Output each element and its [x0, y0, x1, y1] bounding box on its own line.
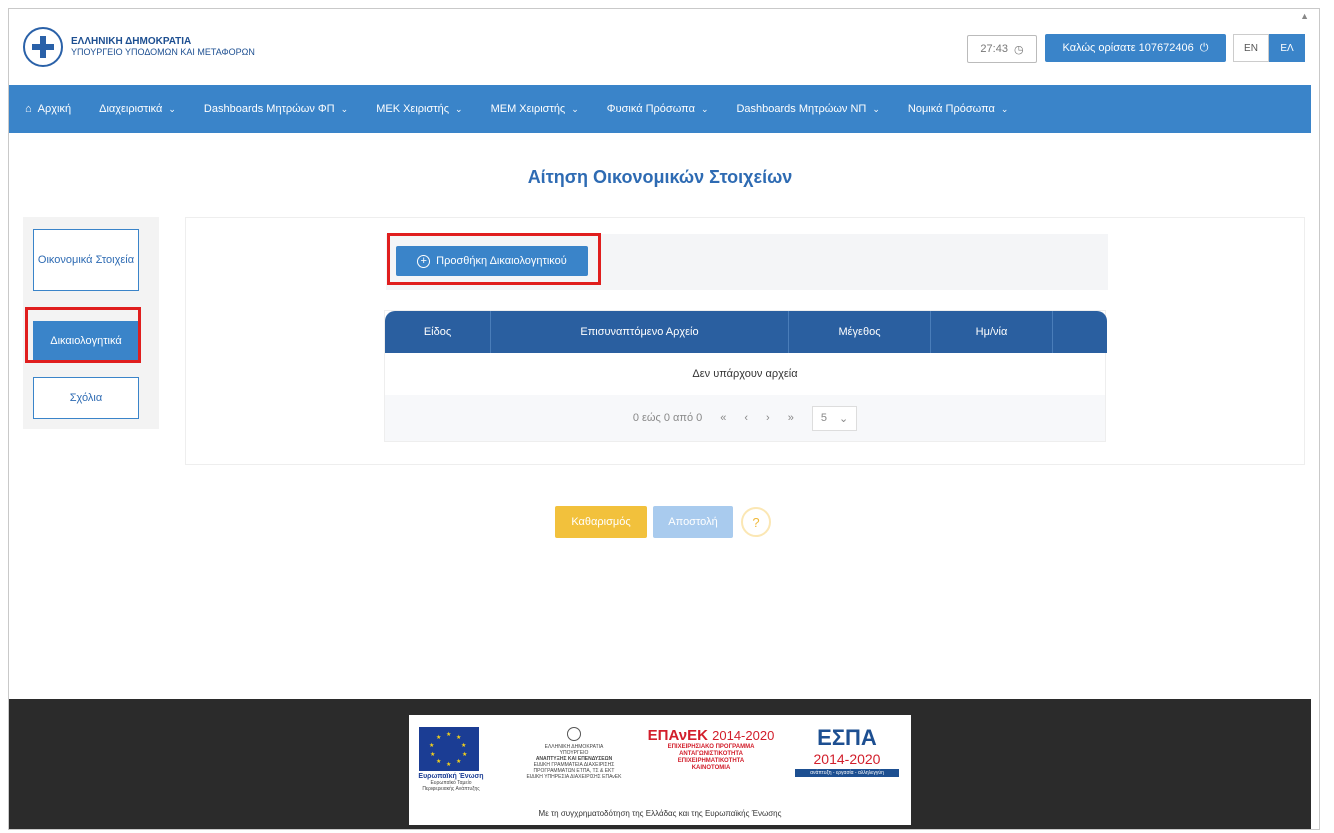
epanek-line1: ΕΠΙΧΕΙΡΗΣΙΑΚΟ ΠΡΟΓΡΑΜΜΑ — [667, 744, 755, 750]
nav-item-label: ΜΕΚ Χειριστής — [376, 103, 450, 115]
greek-emblem-icon — [567, 727, 581, 741]
user-welcome-button[interactable]: Καλώς ορίσατε 107672406 ⏻ — [1045, 34, 1226, 62]
nav-item-mek-operator[interactable]: ΜΕΚ Χειριστής ⌄ — [376, 103, 462, 115]
epanek-line3: ΕΠΙΧΕΙΡΗΜΑΤΙΚΟΤΗΤΑ — [677, 758, 745, 764]
epanek-logo: ΕΠΑνΕΚ 2014-2020 ΕΠΙΧΕΙΡΗΣΙΑΚΟ ΠΡΟΓΡΑΜΜΑ… — [645, 727, 777, 772]
documents-table: Είδος Επισυναπτόμενο Αρχείο Μέγεθος Ημ/ν… — [384, 310, 1107, 442]
lang-el-button[interactable]: ΕΛ — [1269, 34, 1305, 62]
eu-title: Ευρωπαϊκή Ένωση — [418, 773, 484, 780]
epanek-line2: ΑΝΤΑΓΩΝΙΣΤΙΚΟΤΗΤΑ — [679, 751, 743, 757]
power-icon: ⏻ — [1199, 41, 1209, 54]
nav-item-label: Φυσικά Πρόσωπα — [606, 103, 695, 115]
side-item-financial-data[interactable]: Οικονομικά Στοιχεία — [33, 229, 139, 291]
chevron-down-icon: ⌄ — [168, 103, 176, 114]
nav-item-legal-persons[interactable]: Νομικά Πρόσωπα ⌄ — [908, 103, 1009, 115]
home-icon: ⌂ — [25, 103, 32, 115]
nav-item-administrative[interactable]: Διαχειριστικά ⌄ — [99, 103, 176, 115]
documents-panel: + Προσθήκη Δικαιολογητικού Είδος Επισυνα… — [185, 217, 1305, 465]
nav-item-mem-operator[interactable]: ΜΕΜ Χειριστής ⌄ — [491, 103, 579, 115]
epanek-line4: ΚΑΙΝΟΤΟΜΙΑ — [691, 765, 731, 771]
espa-logo: ΕΣΠΑ 2014-2020 ανάπτυξη - εργασία - αλλη… — [795, 725, 899, 777]
nav-item-label: Διαχειριστικά — [99, 103, 163, 115]
browser-frame: ΕΛΛΗΝΙΚΗ ΔΗΜΟΚΡΑΤΙΑ ΥΠΟΥΡΓΕΙΟ ΥΠΟΔΟΜΩΝ Κ… — [8, 8, 1320, 830]
page-size-select[interactable]: 5 ⌄ — [811, 405, 858, 431]
last-page-button[interactable]: » — [788, 412, 794, 424]
highlight-box-add-document — [387, 233, 601, 285]
table-pagination: 0 εώς 0 από 0 « ‹ › » 5 ⌄ — [385, 395, 1105, 441]
espa-tagline: ανάπτυξη - εργασία - αλληλεγγύη — [795, 769, 899, 777]
first-page-button[interactable]: « — [720, 412, 726, 424]
gr-line6: ΕΙΔΙΚΗ ΥΠΗΡΕΣΙΑ ΔΙΑΧΕΙΡΙΣΗΣ ΕΠΑνΕΚ — [526, 774, 622, 780]
welcome-text: Καλώς ορίσατε 107672406 — [1062, 42, 1194, 54]
lang-en-button[interactable]: EN — [1233, 34, 1269, 62]
page-footer: ★ ★ ★ ★ ★ ★ ★ ★ ★ ★ Ευρωπαϊκή Ένωση Ευρω… — [9, 699, 1311, 829]
highlight-box-documents — [25, 307, 141, 363]
page-size-value: 5 — [820, 411, 827, 424]
eu-label: Ευρωπαϊκή Ένωση Ευρωπαϊκό Ταμείο Περιφερ… — [415, 773, 487, 792]
column-header-size[interactable]: Μέγεθος — [789, 311, 931, 353]
ministry-name: ΕΛΛΗΝΙΚΗ ΔΗΜΟΚΡΑΤΙΑ ΥΠΟΥΡΓΕΙΟ ΥΠΟΔΟΜΩΝ Κ… — [71, 36, 255, 58]
eu-flag-icon: ★ ★ ★ ★ ★ ★ ★ ★ ★ ★ — [419, 727, 479, 771]
chevron-down-icon: ⌄ — [700, 103, 709, 114]
org-line2: ΥΠΟΥΡΓΕΙΟ ΥΠΟΔΟΜΩΝ ΚΑΙ ΜΕΤΑΦΟΡΩΝ — [71, 47, 255, 57]
next-page-button[interactable]: › — [766, 412, 770, 424]
session-timer-value: 27:43 — [980, 43, 1008, 55]
funding-banner: ★ ★ ★ ★ ★ ★ ★ ★ ★ ★ Ευρωπαϊκή Ένωση Ευρω… — [409, 715, 911, 825]
page-title: Αίτηση Οικονομικών Στοιχείων — [527, 167, 793, 187]
column-header-type[interactable]: Είδος — [385, 311, 491, 353]
chevron-down-icon: ⌄ — [455, 103, 463, 114]
funding-caption: Με τη συγχρηματοδότηση της Ελλάδας και τ… — [538, 809, 782, 818]
scroll-up-icon[interactable]: ▲ — [1300, 11, 1309, 21]
nav-item-label: ΜΕΜ Χειριστής — [490, 103, 566, 115]
nav-item-label: Dashboards Μητρώων ΦΠ — [203, 103, 335, 115]
chevron-down-icon: ⌄ — [1000, 103, 1009, 114]
top-header: ΕΛΛΗΝΙΚΗ ΔΗΜΟΚΡΑΤΙΑ ΥΠΟΥΡΓΕΙΟ ΥΠΟΔΟΜΩΝ Κ… — [9, 9, 1311, 85]
chevron-down-icon: ⌄ — [571, 103, 579, 114]
side-item-comments[interactable]: Σχόλια — [33, 377, 139, 419]
clear-button[interactable]: Καθαρισμός — [555, 506, 647, 538]
column-header-date[interactable]: Ημ/νία — [931, 311, 1053, 353]
nav-item-label: Αρχική — [37, 103, 72, 115]
empty-table-message: Δεν υπάρχουν αρχεία — [692, 368, 798, 380]
nav-item-label: Dashboards Μητρώων ΝΠ — [736, 103, 867, 115]
session-timer: 27:43 ◷ — [967, 35, 1037, 63]
org-line1: ΕΛΛΗΝΙΚΗ ΔΗΜΟΚΡΑΤΙΑ — [71, 36, 192, 47]
nav-item-natural-persons[interactable]: Φυσικά Πρόσωπα ⌄ — [607, 103, 709, 115]
nav-item-home[interactable]: ⌂ Αρχική — [25, 103, 71, 115]
chevron-down-icon: ⌄ — [340, 103, 349, 114]
chevron-down-icon: ⌄ — [838, 412, 849, 425]
table-header: Είδος Επισυναπτόμενο Αρχείο Μέγεθος Ημ/ν… — [385, 311, 1107, 353]
nav-item-dashboards-fp[interactable]: Dashboards Μητρώων ΦΠ ⌄ — [204, 103, 348, 115]
espa-years: 2014-2020 — [813, 751, 881, 767]
espa-title: ΕΣΠΑ — [817, 725, 877, 750]
nav-item-label: Νομικά Πρόσωπα — [907, 103, 995, 115]
ministry-funding-logo: ΕΛΛΗΝΙΚΗ ΔΗΜΟΚΡΑΤΙΑ ΥΠΟΥΡΓΕΙΟ ΑΝΑΠΤΥΞΗΣ … — [519, 727, 629, 780]
clock-icon: ◷ — [1013, 43, 1024, 56]
column-header-attached-file[interactable]: Επισυναπτόμενο Αρχείο — [491, 311, 789, 353]
nav-item-dashboards-np[interactable]: Dashboards Μητρώων ΝΠ ⌄ — [736, 103, 879, 115]
send-button[interactable]: Αποστολή — [653, 506, 733, 538]
greek-emblem-icon — [23, 27, 63, 67]
ministry-logo[interactable]: ΕΛΛΗΝΙΚΗ ΔΗΜΟΚΡΑΤΙΑ ΥΠΟΥΡΓΕΙΟ ΥΠΟΔΟΜΩΝ Κ… — [23, 27, 255, 67]
chevron-down-icon: ⌄ — [872, 103, 880, 114]
main-nav: ⌂ Αρχική Διαχειριστικά ⌄ Dashboards Μητρ… — [9, 85, 1311, 133]
help-button[interactable]: ? — [741, 507, 771, 537]
pagination-range: 0 εώς 0 από 0 — [632, 412, 703, 424]
epanek-title: ΕΠΑνΕΚ 2014-2020 — [647, 727, 775, 744]
eu-sub2: Περιφερειακής Ανάπτυξης — [422, 786, 480, 792]
column-header-actions — [1053, 311, 1107, 353]
prev-page-button[interactable]: ‹ — [744, 412, 748, 424]
